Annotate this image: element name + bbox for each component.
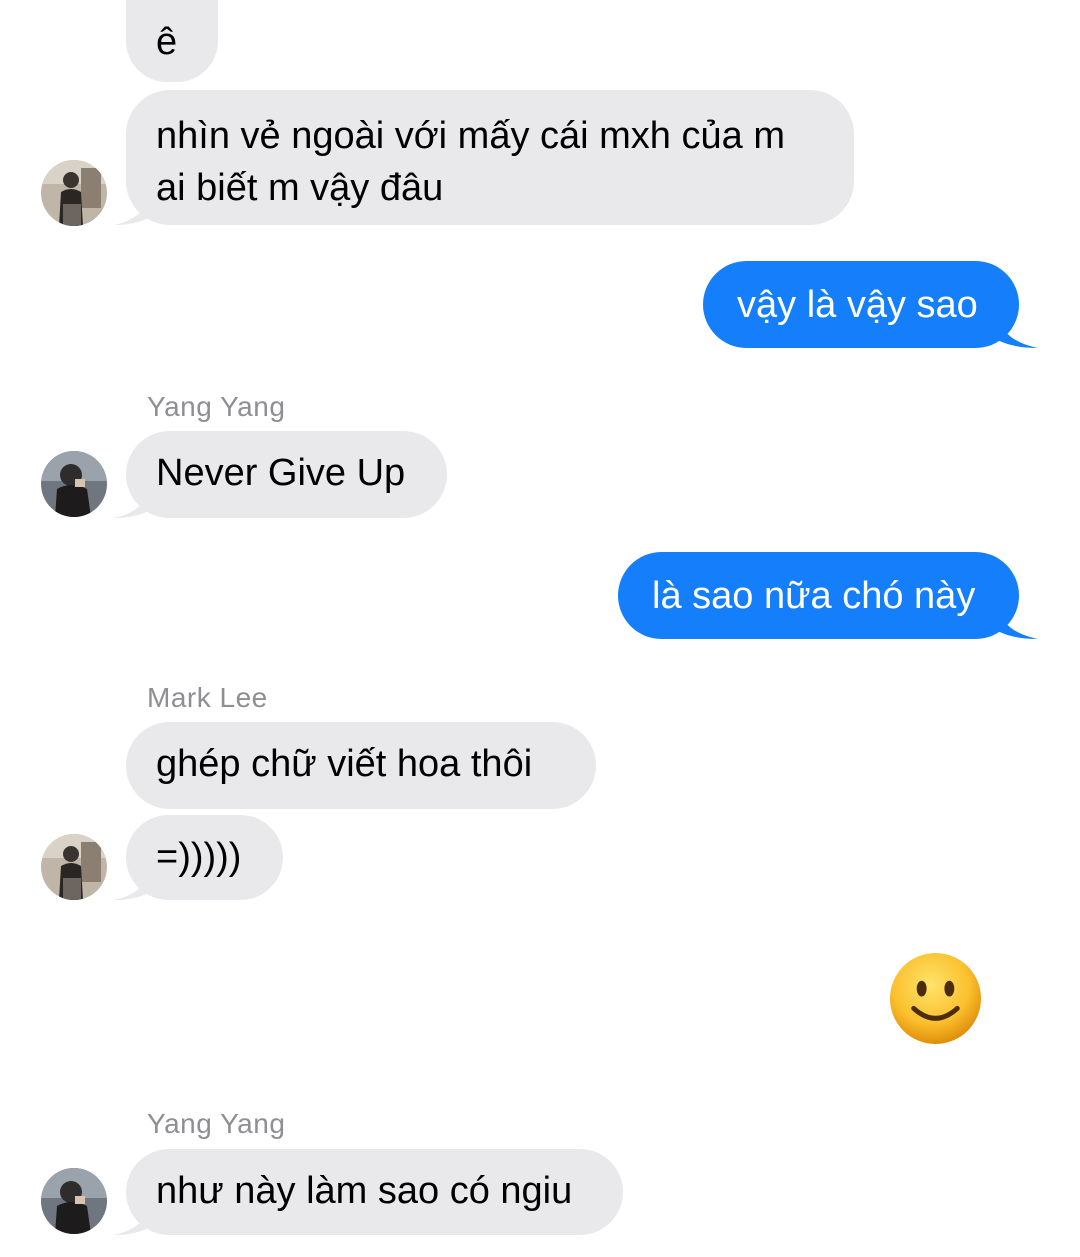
outgoing-message-bubble[interactable]: là sao nữa chó này — [618, 552, 1019, 639]
incoming-message-bubble[interactable]: ê — [126, 0, 218, 82]
message-text: ghép chữ viết hoa thôi — [156, 743, 533, 785]
avatar[interactable] — [41, 160, 107, 226]
incoming-message-bubble[interactable]: như này làm sao có ngiu — [126, 1149, 623, 1235]
message-text: ê — [156, 21, 178, 63]
incoming-message-bubble[interactable]: nhìn vẻ ngoài với mấy cái mxh của m ai b… — [126, 90, 854, 225]
outgoing-message-bubble[interactable]: vậy là vậy sao — [703, 261, 1019, 348]
avatar[interactable] — [41, 834, 107, 900]
slightly-smiling-face-icon[interactable] — [888, 951, 983, 1046]
avatar-photo-icon — [41, 160, 107, 226]
bubble-tail — [994, 314, 1038, 348]
bubble-tail — [114, 1201, 154, 1235]
bubble-tail — [114, 484, 154, 518]
sender-name: Yang Yang — [147, 391, 286, 422]
incoming-message-bubble[interactable]: ghép chữ viết hoa thôi — [126, 722, 596, 809]
message-text: vậy là vậy sao — [737, 284, 978, 326]
message-text: nhìn vẻ ngoài với mấy cái mxh của m ai b… — [156, 115, 785, 209]
bubble-tail — [114, 866, 154, 900]
message-text: =))))) — [156, 836, 242, 878]
message-text: như này làm sao có ngiu — [156, 1170, 573, 1212]
avatar-photo-icon — [41, 834, 107, 900]
avatar-photo-icon — [41, 1168, 107, 1234]
bubble-tail — [114, 191, 154, 225]
message-text: Never Give Up — [156, 452, 406, 494]
avatar[interactable] — [41, 1168, 107, 1234]
incoming-message-bubble[interactable]: Never Give Up — [126, 431, 447, 518]
avatar-photo-icon — [41, 451, 107, 517]
bubble-tail — [994, 605, 1038, 639]
sender-name: Mark Lee — [147, 682, 268, 713]
message-text: là sao nữa chó này — [652, 575, 976, 617]
sender-name: Yang Yang — [147, 1108, 286, 1139]
avatar[interactable] — [41, 451, 107, 517]
